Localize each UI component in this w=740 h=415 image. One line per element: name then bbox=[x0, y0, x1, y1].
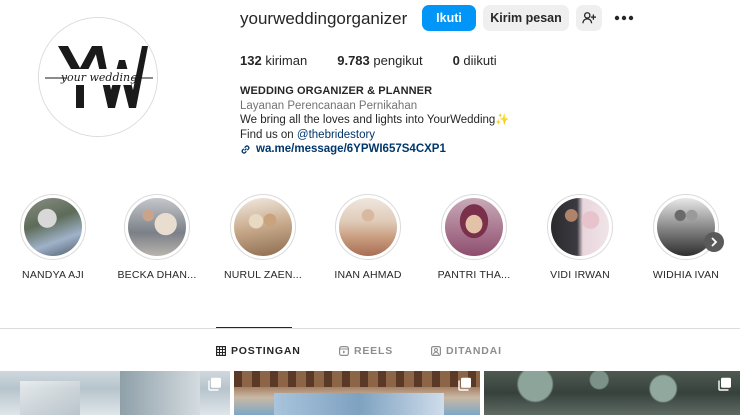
highlight-label: WIDHIA IVAN bbox=[652, 269, 720, 281]
post-thumbnail[interactable] bbox=[484, 371, 740, 415]
highlight-label: INAN AHMAD bbox=[334, 269, 402, 281]
active-tab-indicator bbox=[216, 327, 292, 328]
link-icon bbox=[241, 145, 250, 154]
highlight-cover bbox=[551, 198, 609, 256]
highlight-item[interactable]: BECKA DHAN... bbox=[107, 194, 207, 281]
highlight-cover bbox=[339, 198, 397, 256]
reels-icon bbox=[339, 346, 349, 356]
avatar-script-text: your wedding bbox=[60, 71, 137, 84]
highlights-next-button[interactable] bbox=[704, 232, 724, 252]
highlight-label: PANTRI THA... bbox=[437, 269, 511, 281]
highlight-cover bbox=[445, 198, 503, 256]
tab-tagged[interactable]: DITANDAI bbox=[431, 345, 502, 357]
more-options-button[interactable] bbox=[613, 9, 635, 27]
highlight-item[interactable]: VIDI IRWAN bbox=[530, 194, 630, 281]
tab-reels[interactable]: REELS bbox=[339, 345, 393, 357]
bio-line-2: Find us on @thebridestory bbox=[240, 128, 376, 141]
chevron-right-icon bbox=[711, 237, 718, 247]
profile-avatar[interactable]: your wedding bbox=[38, 17, 158, 137]
highlight-item[interactable]: NANDYA AJI bbox=[3, 194, 103, 281]
bio-mention-link[interactable]: @thebridestory bbox=[297, 129, 375, 141]
more-horizontal-icon bbox=[614, 15, 634, 21]
followers-count[interactable]: 9.783 pengikut bbox=[337, 53, 422, 68]
avatar-logo: your wedding bbox=[39, 18, 157, 136]
following-count[interactable]: 0 diikuti bbox=[453, 53, 497, 68]
tab-posts[interactable]: POSTINGAN bbox=[216, 345, 301, 357]
bio-category: Layanan Perencanaan Pernikahan bbox=[240, 99, 418, 112]
profile-stats: 132 kiriman 9.783 pengikut 0 diikuti bbox=[240, 53, 527, 68]
profile-username: yourweddingorganizer bbox=[240, 9, 408, 28]
highlight-label: BECKA DHAN... bbox=[117, 269, 197, 281]
bio-line-1: We bring all the loves and lights into Y… bbox=[240, 114, 510, 126]
send-message-button[interactable]: Kirim pesan bbox=[483, 5, 569, 31]
highlight-label: NURUL ZAEN... bbox=[223, 269, 303, 281]
highlight-label: VIDI IRWAN bbox=[550, 269, 610, 281]
highlight-cover bbox=[24, 198, 82, 256]
post-thumbnail[interactable] bbox=[0, 371, 230, 415]
posts-count: 132 kiriman bbox=[240, 53, 308, 68]
profile-bio: WEDDING ORGANIZER & PLANNER Layanan Pere… bbox=[240, 84, 620, 157]
person-add-icon bbox=[582, 12, 596, 24]
follow-button[interactable]: Ikuti bbox=[422, 5, 476, 31]
story-highlights: NANDYA AJI BECKA DHAN... NURUL ZAEN... I… bbox=[0, 194, 740, 294]
tabs-divider bbox=[0, 328, 740, 329]
multiple-photos-icon bbox=[208, 377, 221, 391]
highlight-item[interactable]: INAN AHMAD bbox=[318, 194, 418, 281]
sparkles-emoji: ✨ bbox=[495, 114, 510, 126]
highlight-item[interactable]: NURUL ZAEN... bbox=[213, 194, 313, 281]
bio-name: WEDDING ORGANIZER & PLANNER bbox=[240, 85, 433, 97]
highlight-item[interactable]: PANTRI THA... bbox=[424, 194, 524, 281]
highlight-cover bbox=[128, 198, 186, 256]
multiple-photos-icon bbox=[458, 377, 471, 391]
post-thumbnail[interactable] bbox=[234, 371, 480, 415]
multiple-photos-icon bbox=[718, 377, 731, 391]
grid-icon bbox=[216, 346, 226, 356]
bio-external-link[interactable]: wa.me/message/6YPWI657S4CXP1 bbox=[240, 142, 620, 157]
tagged-icon bbox=[431, 346, 441, 356]
highlight-cover bbox=[234, 198, 292, 256]
highlight-label: NANDYA AJI bbox=[22, 269, 84, 281]
suggest-people-button[interactable] bbox=[576, 5, 602, 31]
